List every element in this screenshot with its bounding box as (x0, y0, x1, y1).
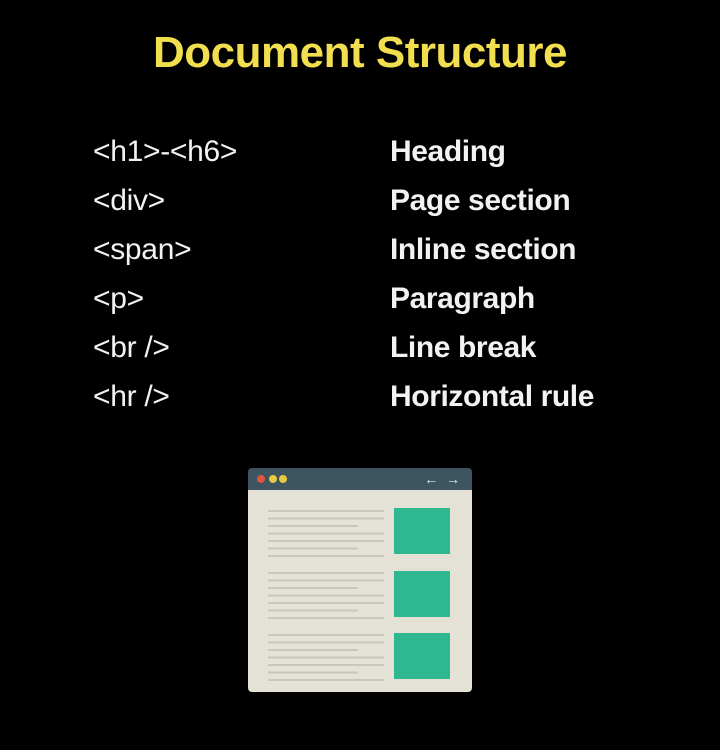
tag-description: Horizontal rule (390, 380, 595, 413)
text-line (268, 664, 384, 666)
text-line (268, 617, 384, 619)
list-item: <h1>-<h6> Heading (93, 130, 653, 179)
tag-description: Line break (390, 331, 537, 364)
tag-name: <div> (93, 184, 165, 217)
text-lines-placeholder (268, 504, 388, 684)
tag-name: <hr /> (93, 380, 170, 413)
tag-description: Page section (390, 184, 571, 217)
text-line (268, 656, 384, 659)
list-item: <div> Page section (93, 179, 653, 228)
tag-name: <br /> (93, 331, 170, 364)
list-item: <span> Inline section (93, 228, 653, 277)
window-dot-icon (269, 475, 277, 483)
text-lines-graphic (268, 510, 384, 681)
tag-list: <h1>-<h6> Heading <div> Page section <sp… (93, 130, 653, 424)
content-block (394, 633, 450, 679)
text-line (268, 510, 384, 512)
text-line (268, 587, 358, 589)
tag-description: Heading (390, 135, 506, 168)
text-line (268, 532, 384, 535)
text-line (268, 634, 384, 636)
text-line (268, 649, 358, 651)
tag-name: <span> (93, 233, 192, 266)
text-line (268, 641, 384, 644)
window-dot-icon (257, 475, 265, 483)
text-line (268, 679, 384, 681)
tag-name: <h1>-<h6> (93, 135, 238, 168)
text-line (268, 671, 358, 674)
text-line (268, 555, 384, 557)
tag-name: <p> (93, 282, 144, 315)
list-item: <p> Paragraph (93, 277, 653, 326)
text-line (268, 602, 384, 604)
text-line (268, 517, 384, 520)
text-line (268, 540, 384, 542)
window-dot-icon (279, 475, 287, 483)
text-line (268, 547, 358, 550)
content-block (394, 571, 450, 617)
content-block (394, 508, 450, 554)
tag-description: Inline section (390, 233, 577, 266)
text-line (268, 594, 384, 597)
list-item: <hr /> Horizontal rule (93, 375, 653, 424)
list-item: <br /> Line break (93, 326, 653, 375)
browser-window-icon: ← → (248, 468, 472, 692)
browser-content (248, 490, 472, 692)
text-line (268, 579, 384, 582)
text-line (268, 525, 358, 527)
tag-description: Paragraph (390, 282, 535, 315)
nav-arrows-icon: ← → (424, 471, 462, 487)
page-title: Document Structure (153, 28, 567, 77)
browser-title-bar: ← → (248, 468, 472, 490)
text-line (268, 572, 384, 574)
text-line (268, 609, 358, 612)
